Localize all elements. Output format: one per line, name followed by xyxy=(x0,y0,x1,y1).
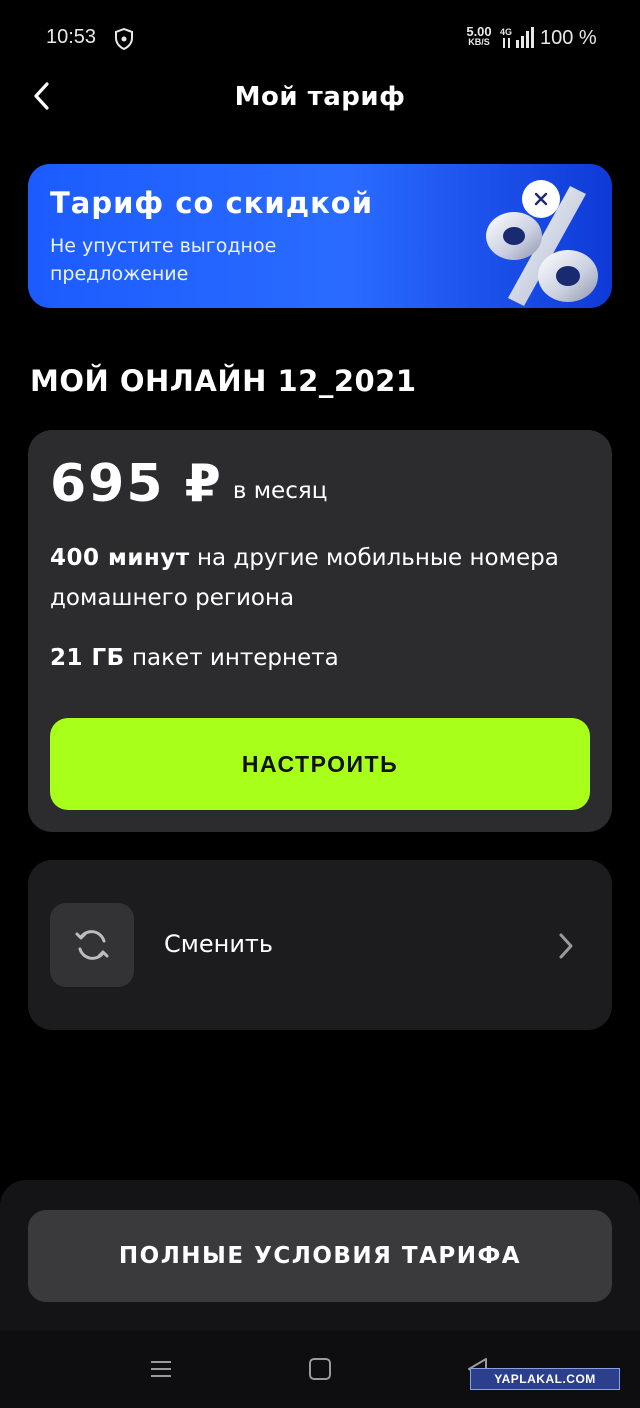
promo-title: Тариф со скидкой xyxy=(50,186,374,220)
change-tariff-row[interactable]: Сменить xyxy=(28,860,612,1030)
promo-banner[interactable]: Тариф со скидкой Не упустите выгодное пр… xyxy=(28,164,612,308)
signal-icon: 4G xyxy=(500,27,534,48)
feature-internet: 21 ГБ пакет интернета xyxy=(50,645,339,671)
promo-subtitle: Не упустите выгодное предложение xyxy=(50,235,277,285)
status-bar: 10:53 5.00 KB/S 4G 100 % xyxy=(0,0,640,78)
full-terms-button[interactable]: ПОЛНЫЕ УСЛОВИЯ ТАРИФА xyxy=(28,1210,612,1302)
price-row: 695 ₽ в месяц xyxy=(50,452,327,516)
tariff-price: 695 ₽ xyxy=(50,454,223,514)
tariff-period: в месяц xyxy=(232,478,328,504)
change-icon-box xyxy=(50,903,134,987)
promo-close-button[interactable] xyxy=(522,180,560,218)
menu-icon[interactable] xyxy=(150,1358,172,1380)
change-label: Сменить xyxy=(164,930,274,958)
svg-text:4G: 4G xyxy=(500,27,512,37)
network-speed: 5.00 KB/S xyxy=(466,24,492,47)
tariff-card: 695 ₽ в месяц 400 минут на другие мобиль… xyxy=(28,430,612,832)
close-icon xyxy=(534,192,548,206)
home-icon[interactable] xyxy=(309,1358,331,1380)
shield-icon xyxy=(115,28,133,50)
watermark: YAPLAKAL.COM xyxy=(470,1368,620,1390)
configure-button[interactable]: НАСТРОИТЬ xyxy=(50,718,590,810)
page-title: Мой тариф xyxy=(234,82,406,112)
tariff-name: МОЙ ОНЛАЙН 12_2021 xyxy=(30,364,417,398)
status-time: 10:53 xyxy=(46,26,97,48)
chevron-right-icon xyxy=(559,933,573,959)
battery-level: 100 % xyxy=(540,27,597,49)
refresh-icon xyxy=(75,930,109,960)
feature-minutes: 400 минут на другие мобильные номера дом… xyxy=(50,545,559,611)
